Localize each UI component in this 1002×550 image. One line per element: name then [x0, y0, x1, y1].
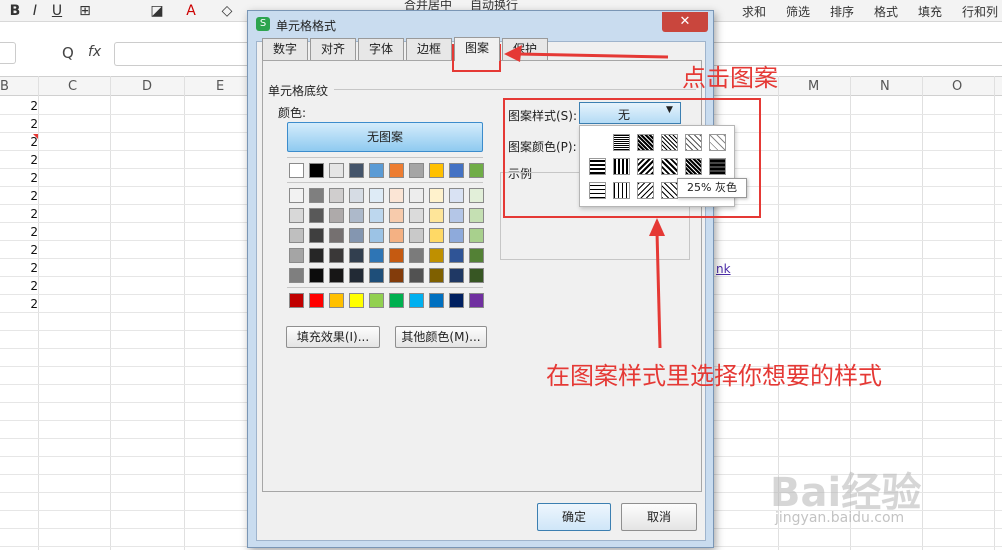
annotation-choose-style: 在图案样式里选择你想要的样式	[546, 362, 882, 390]
arrowhead-up-icon	[649, 218, 665, 236]
tab-pattern[interactable]: 图案	[454, 37, 500, 61]
arrowhead-left-icon	[504, 45, 522, 62]
arrow-to-style	[655, 231, 662, 349]
annotation-click-pattern: 点击图案	[682, 64, 778, 92]
arrow-to-tab	[517, 52, 669, 59]
watermark-url: jingyan.baidu.com	[775, 510, 905, 526]
